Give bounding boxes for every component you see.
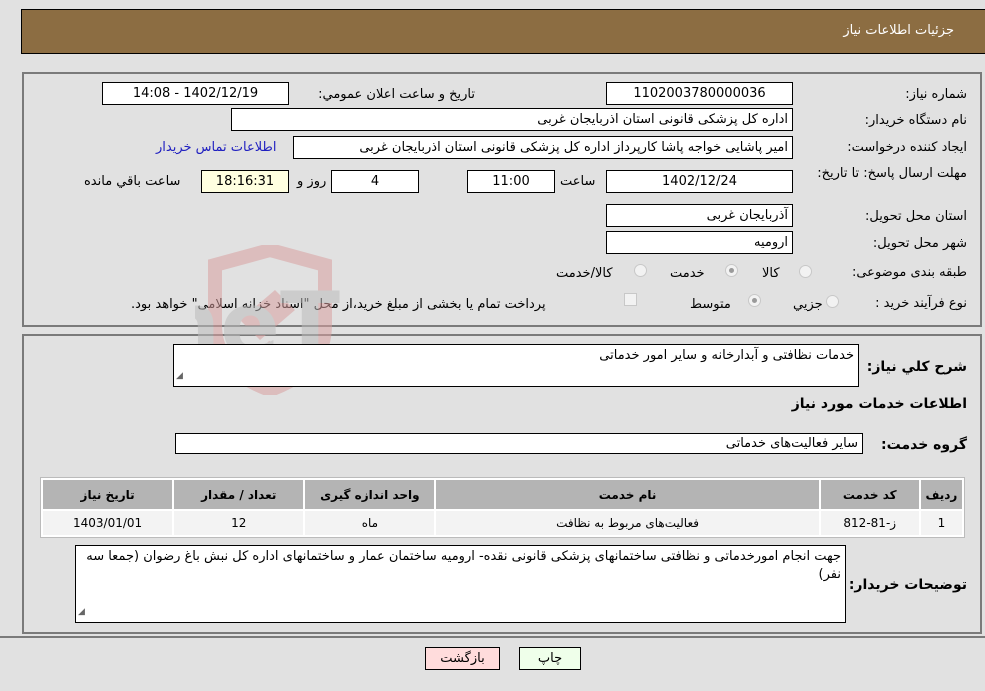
summary-text: خدمات نظافتی و آبدارخانه و سایر امور خدم… <box>599 348 854 363</box>
page-header: جزئیات اطلاعات نیاز <box>21 9 985 54</box>
province-label: استان محل تحویل: <box>865 209 967 224</box>
col-service-code: کد خدمت <box>820 480 919 509</box>
deadline-time-label: ساعت <box>560 174 596 189</box>
need-number-field: 1102003780000036 <box>606 82 793 105</box>
category-goods-service-label: کالا/خدمت <box>556 266 613 281</box>
page-title: جزئیات اطلاعات نیاز <box>843 23 954 38</box>
buyer-notes-label: توضیحات خریدار: <box>848 577 967 593</box>
col-quantity: تعداد / مقدار <box>174 480 304 509</box>
remaining-time-field: 18:16:31 <box>201 170 289 193</box>
category-radio-service[interactable] <box>725 264 738 277</box>
creator-field: امیر پاشایی خواجه پاشا کارپرداز اداره کل… <box>293 136 793 159</box>
cell-need-date: 1403/01/01 <box>43 511 173 535</box>
cell-quantity: 12 <box>174 511 304 535</box>
table-row: 1 ز-81-812 فعالیت‌های مربوط به نظافت ماه… <box>43 511 962 535</box>
col-row-number: ردیف <box>920 480 962 509</box>
summary-textarea[interactable]: خدمات نظافتی و آبدارخانه و سایر امور خدم… <box>173 344 859 387</box>
category-label: طبقه بندی موضوعی: <box>851 265 967 280</box>
col-unit: واحد اندازه گیری <box>305 480 435 509</box>
deadline-date-field: 1402/12/24 <box>606 170 793 193</box>
treasury-note: پرداخت تمام یا بخشی از مبلغ خرید،از محل … <box>131 297 546 312</box>
process-label: نوع فرآیند خرید : <box>875 296 967 311</box>
services-table: ردیف کد خدمت نام خدمت واحد اندازه گیری ت… <box>40 477 965 538</box>
category-radio-goods-service[interactable] <box>634 264 647 277</box>
cell-row-number: 1 <box>920 511 962 535</box>
process-radio-medium[interactable] <box>748 294 761 307</box>
need-number-label: شماره نیاز: <box>905 87 967 102</box>
buyer-notes-textarea[interactable]: جهت انجام امورخدماتی و نظافتی ساختمانهای… <box>75 545 846 623</box>
remaining-days-field: 4 <box>331 170 419 193</box>
category-service-label: خدمت <box>670 266 705 281</box>
buyer-org-label: نام دستگاه خريدار: <box>864 113 967 128</box>
buyer-org-field: اداره کل پزشکی قانونی استان اذربایجان غر… <box>231 108 793 131</box>
announce-label: تاریخ و ساعت اعلان عمومي: <box>318 87 475 102</box>
resize-grip-icon[interactable]: ◢ <box>176 367 183 385</box>
deadline-label: مهلت ارسال پاسخ: تا تاریخ: <box>817 166 967 181</box>
announce-datetime-field: 1402/12/19 - 14:08 <box>102 82 289 105</box>
services-heading: اطلاعات خدمات مورد نیاز <box>791 396 967 412</box>
days-label: روز و <box>297 174 327 189</box>
process-medium-label: متوسط <box>690 297 731 312</box>
city-label: شهر محل تحویل: <box>872 236 967 251</box>
process-minor-label: جزيي <box>793 297 823 312</box>
category-radio-goods[interactable] <box>799 265 812 278</box>
city-field: ارومیه <box>606 231 793 254</box>
print-button[interactable]: چاپ <box>519 647 581 670</box>
col-need-date: تاریخ نیاز <box>43 480 173 509</box>
summary-label: شرح کلي نياز: <box>866 359 967 375</box>
divider <box>0 636 985 638</box>
process-radio-minor[interactable] <box>826 295 839 308</box>
deadline-time-field: 11:00 <box>467 170 555 193</box>
creator-label: ایجاد کننده درخواست: <box>847 140 967 155</box>
cell-service-code: ز-81-812 <box>820 511 919 535</box>
province-field: آذربایجان غربی <box>606 204 793 227</box>
remaining-label: ساعت باقي مانده <box>84 174 181 189</box>
col-service-name: نام خدمت <box>436 480 819 509</box>
cell-unit: ماه <box>305 511 435 535</box>
service-group-label: گروه خدمت: <box>881 437 967 453</box>
service-group-field: سایر فعالیت‌های خدماتی <box>175 433 863 454</box>
buyer-contact-link[interactable]: اطلاعات تماس خریدار <box>156 140 276 155</box>
treasury-checkbox[interactable] <box>624 293 637 306</box>
resize-grip-icon[interactable]: ◢ <box>78 603 85 621</box>
category-goods-label: کالا <box>762 266 780 281</box>
table-header-row: ردیف کد خدمت نام خدمت واحد اندازه گیری ت… <box>43 480 962 509</box>
back-button[interactable]: بازگشت <box>425 647 500 670</box>
cell-service-name: فعالیت‌های مربوط به نظافت <box>436 511 819 535</box>
buyer-notes-text: جهت انجام امورخدماتی و نظافتی ساختمانهای… <box>86 549 841 582</box>
